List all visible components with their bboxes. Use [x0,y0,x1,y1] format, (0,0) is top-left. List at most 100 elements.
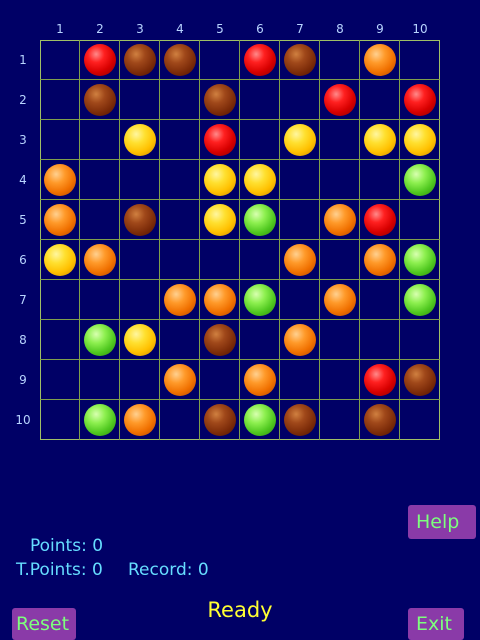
board-cell[interactable] [320,80,360,120]
green-ball[interactable] [244,404,276,436]
orange-ball[interactable] [84,244,116,276]
board-cell[interactable] [200,200,240,240]
yellow-ball[interactable] [284,124,316,156]
board-cell[interactable] [80,120,120,160]
board-cell[interactable] [160,400,200,440]
board-cell[interactable] [200,280,240,320]
board-cell[interactable] [400,280,440,320]
board-cell[interactable] [240,160,280,200]
board-cell[interactable] [320,120,360,160]
board-cell[interactable] [280,280,320,320]
board-cell[interactable] [40,120,80,160]
board-cell[interactable] [80,320,120,360]
board-cell[interactable] [280,320,320,360]
board-cell[interactable] [280,160,320,200]
board-cell[interactable] [280,120,320,160]
board-cell[interactable] [160,320,200,360]
orange-ball[interactable] [124,404,156,436]
green-ball[interactable] [404,284,436,316]
board-cell[interactable] [360,80,400,120]
board-cell[interactable] [40,80,80,120]
red-ball[interactable] [364,204,396,236]
board-cell[interactable] [400,120,440,160]
board-cell[interactable] [280,360,320,400]
board-cell[interactable] [40,240,80,280]
board-cell[interactable] [160,200,200,240]
board-cell[interactable] [240,200,280,240]
board-cell[interactable] [280,200,320,240]
board-cell[interactable] [240,320,280,360]
board-cell[interactable] [80,80,120,120]
brown-ball[interactable] [204,404,236,436]
yellow-ball[interactable] [124,124,156,156]
board-cell[interactable] [320,200,360,240]
board-cell[interactable] [160,240,200,280]
board-cell[interactable] [200,120,240,160]
board-cell[interactable] [80,40,120,80]
brown-ball[interactable] [204,324,236,356]
brown-ball[interactable] [124,204,156,236]
brown-ball[interactable] [284,404,316,436]
board-cell[interactable] [240,280,280,320]
red-ball[interactable] [404,84,436,116]
board-cell[interactable] [400,400,440,440]
board-cell[interactable] [320,360,360,400]
board-cell[interactable] [160,160,200,200]
board-cell[interactable] [280,400,320,440]
board-cell[interactable] [200,400,240,440]
board-cell[interactable] [120,40,160,80]
brown-ball[interactable] [284,44,316,76]
board-cell[interactable] [200,80,240,120]
board-cell[interactable] [80,360,120,400]
board-cell[interactable] [320,240,360,280]
board-cell[interactable] [40,40,80,80]
board-cell[interactable] [280,80,320,120]
board-cell[interactable] [400,80,440,120]
board-cell[interactable] [400,360,440,400]
board-cell[interactable] [40,160,80,200]
yellow-ball[interactable] [44,244,76,276]
board-cell[interactable] [360,120,400,160]
board-cell[interactable] [120,200,160,240]
board-cell[interactable] [200,360,240,400]
board-cell[interactable] [360,360,400,400]
green-ball[interactable] [404,244,436,276]
board-cell[interactable] [40,280,80,320]
board-cell[interactable] [40,200,80,240]
orange-ball[interactable] [364,244,396,276]
board-cell[interactable] [120,120,160,160]
board-cell[interactable] [320,160,360,200]
board-cell[interactable] [80,240,120,280]
orange-ball[interactable] [324,284,356,316]
red-ball[interactable] [364,364,396,396]
board-cell[interactable] [200,240,240,280]
orange-ball[interactable] [364,44,396,76]
green-ball[interactable] [244,204,276,236]
board-cell[interactable] [400,160,440,200]
brown-ball[interactable] [404,364,436,396]
board-cell[interactable] [40,360,80,400]
brown-ball[interactable] [164,44,196,76]
board-cell[interactable] [160,80,200,120]
brown-ball[interactable] [124,44,156,76]
orange-ball[interactable] [44,204,76,236]
board-cell[interactable] [120,160,160,200]
board-cell[interactable] [40,320,80,360]
green-ball[interactable] [84,404,116,436]
brown-ball[interactable] [364,404,396,436]
board-cell[interactable] [80,160,120,200]
board-cell[interactable] [160,280,200,320]
board-cell[interactable] [200,160,240,200]
board-cell[interactable] [200,320,240,360]
board-cell[interactable] [400,320,440,360]
board-cell[interactable] [80,280,120,320]
red-ball[interactable] [84,44,116,76]
green-ball[interactable] [404,164,436,196]
board-cell[interactable] [160,40,200,80]
orange-ball[interactable] [204,284,236,316]
board-cell[interactable] [120,280,160,320]
board-cell[interactable] [120,320,160,360]
board-cell[interactable] [360,160,400,200]
board-cell[interactable] [360,40,400,80]
board-cell[interactable] [160,360,200,400]
